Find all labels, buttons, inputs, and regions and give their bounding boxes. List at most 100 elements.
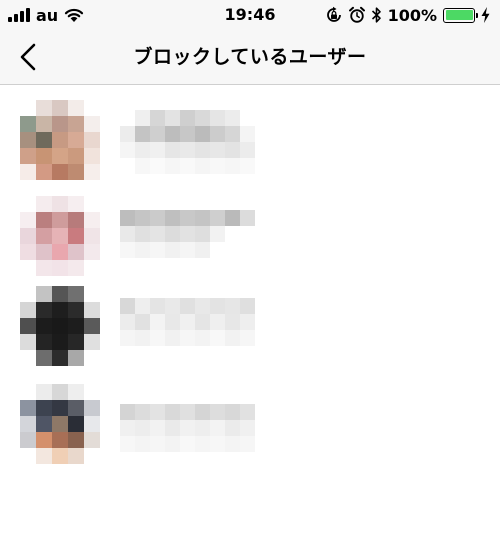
avatar-mosaic-cell — [36, 116, 52, 132]
avatar-mosaic-cell — [20, 302, 36, 318]
avatar-mosaic-cell — [36, 302, 52, 318]
name-mosaic-line — [120, 110, 255, 126]
avatar-mosaic-cell — [20, 132, 36, 148]
avatar-mosaic-cell — [20, 384, 36, 400]
avatar-mosaic-cell — [20, 318, 36, 334]
avatar-mosaic-cell — [52, 100, 68, 116]
avatar-mosaic-cell — [84, 334, 100, 350]
avatar-mosaic-cell — [84, 350, 100, 366]
avatar-mosaic-cell — [68, 148, 84, 164]
chevron-left-icon — [20, 43, 36, 71]
avatar-mosaic-cell — [20, 196, 36, 212]
avatar-mosaic-cell — [68, 260, 84, 276]
blocked-user-row[interactable] — [0, 380, 500, 476]
avatar-mosaic-cell — [68, 350, 84, 366]
name-mosaic-line — [120, 210, 255, 226]
avatar-mosaic-cell — [52, 244, 68, 260]
avatar-mosaic-cell — [84, 148, 100, 164]
bluetooth-icon — [371, 7, 381, 23]
status-bar: au 19:46 100% — [0, 0, 500, 30]
avatar-mosaic-cell — [68, 302, 84, 318]
avatar-mosaic-cell — [36, 416, 52, 432]
avatar-mosaic-cell — [20, 100, 36, 116]
avatar-mosaic-cell — [52, 432, 68, 448]
avatar-mosaic-cell — [20, 448, 36, 464]
avatar-mosaic-cell — [36, 384, 52, 400]
avatar-mosaic-cell — [84, 196, 100, 212]
avatar-mosaic-cell — [36, 318, 52, 334]
navigation-bar: ブロックしているユーザー — [0, 30, 500, 85]
avatar-mosaic-cell — [84, 260, 100, 276]
avatar-mosaic-cell — [52, 148, 68, 164]
avatar-mosaic-cell — [20, 148, 36, 164]
avatar-mosaic-cell — [84, 416, 100, 432]
avatar-mosaic-cell — [84, 318, 100, 334]
avatar-mosaic-cell — [68, 196, 84, 212]
avatar-mosaic-cell — [36, 350, 52, 366]
user-avatar — [20, 286, 100, 366]
avatar-mosaic-cell — [52, 302, 68, 318]
avatar-mosaic-cell — [68, 318, 84, 334]
avatar-mosaic-cell — [68, 244, 84, 260]
user-avatar — [20, 384, 100, 464]
avatar-mosaic-cell — [36, 132, 52, 148]
status-right: 100% — [325, 4, 490, 26]
avatar-mosaic-cell — [20, 244, 36, 260]
avatar-mosaic-cell — [52, 318, 68, 334]
page-title: ブロックしているユーザー — [133, 46, 367, 68]
avatar-mosaic-cell — [52, 416, 68, 432]
blocked-user-row[interactable] — [0, 284, 500, 380]
avatar-mosaic-cell — [52, 116, 68, 132]
avatar-mosaic-cell — [84, 286, 100, 302]
battery-percent: 100% — [387, 5, 437, 25]
avatar-mosaic-cell — [36, 100, 52, 116]
blocked-user-row[interactable] — [0, 92, 500, 188]
avatar-mosaic-cell — [84, 400, 100, 416]
avatar-mosaic-cell — [20, 350, 36, 366]
avatar-mosaic-cell — [52, 260, 68, 276]
avatar-mosaic-cell — [36, 334, 52, 350]
avatar-mosaic-cell — [84, 228, 100, 244]
avatar-mosaic-cell — [68, 212, 84, 228]
avatar-mosaic-cell — [20, 286, 36, 302]
avatar-mosaic-cell — [52, 212, 68, 228]
avatar-mosaic-cell — [68, 100, 84, 116]
name-mosaic-line — [120, 436, 255, 452]
avatar-mosaic-cell — [68, 334, 84, 350]
rotation-lock-icon — [326, 6, 341, 22]
avatar-mosaic-cell — [68, 164, 84, 180]
name-mosaic-line — [120, 142, 255, 158]
avatar-mosaic-cell — [84, 116, 100, 132]
avatar-mosaic-cell — [84, 212, 100, 228]
avatar-mosaic-cell — [84, 100, 100, 116]
avatar-mosaic-cell — [36, 432, 52, 448]
avatar-mosaic-cell — [36, 400, 52, 416]
avatar-mosaic-cell — [20, 432, 36, 448]
avatar-mosaic-cell — [52, 132, 68, 148]
avatar-mosaic-cell — [52, 334, 68, 350]
blocked-user-row[interactable] — [0, 188, 500, 284]
alarm-icon — [348, 6, 365, 23]
avatar-mosaic-cell — [20, 228, 36, 244]
avatar-mosaic-cell — [84, 432, 100, 448]
name-mosaic-line — [120, 420, 255, 436]
avatar-mosaic-cell — [52, 384, 68, 400]
avatar-mosaic-cell — [68, 132, 84, 148]
user-name-obscured — [120, 404, 255, 452]
avatar-mosaic-cell — [84, 302, 100, 318]
avatar-mosaic-cell — [36, 260, 52, 276]
name-mosaic-line — [120, 330, 255, 346]
user-avatar — [20, 100, 100, 180]
avatar-mosaic-cell — [52, 400, 68, 416]
avatar-mosaic-cell — [36, 228, 52, 244]
avatar-mosaic-cell — [68, 116, 84, 132]
avatar-mosaic-cell — [84, 244, 100, 260]
back-button[interactable] — [10, 38, 46, 76]
name-mosaic-line — [120, 126, 255, 142]
battery-icon — [443, 7, 478, 23]
avatar-mosaic-cell — [20, 260, 36, 276]
avatar-mosaic-cell — [36, 244, 52, 260]
avatar-mosaic-cell — [36, 448, 52, 464]
name-mosaic-line — [120, 226, 255, 242]
avatar-mosaic-cell — [20, 212, 36, 228]
